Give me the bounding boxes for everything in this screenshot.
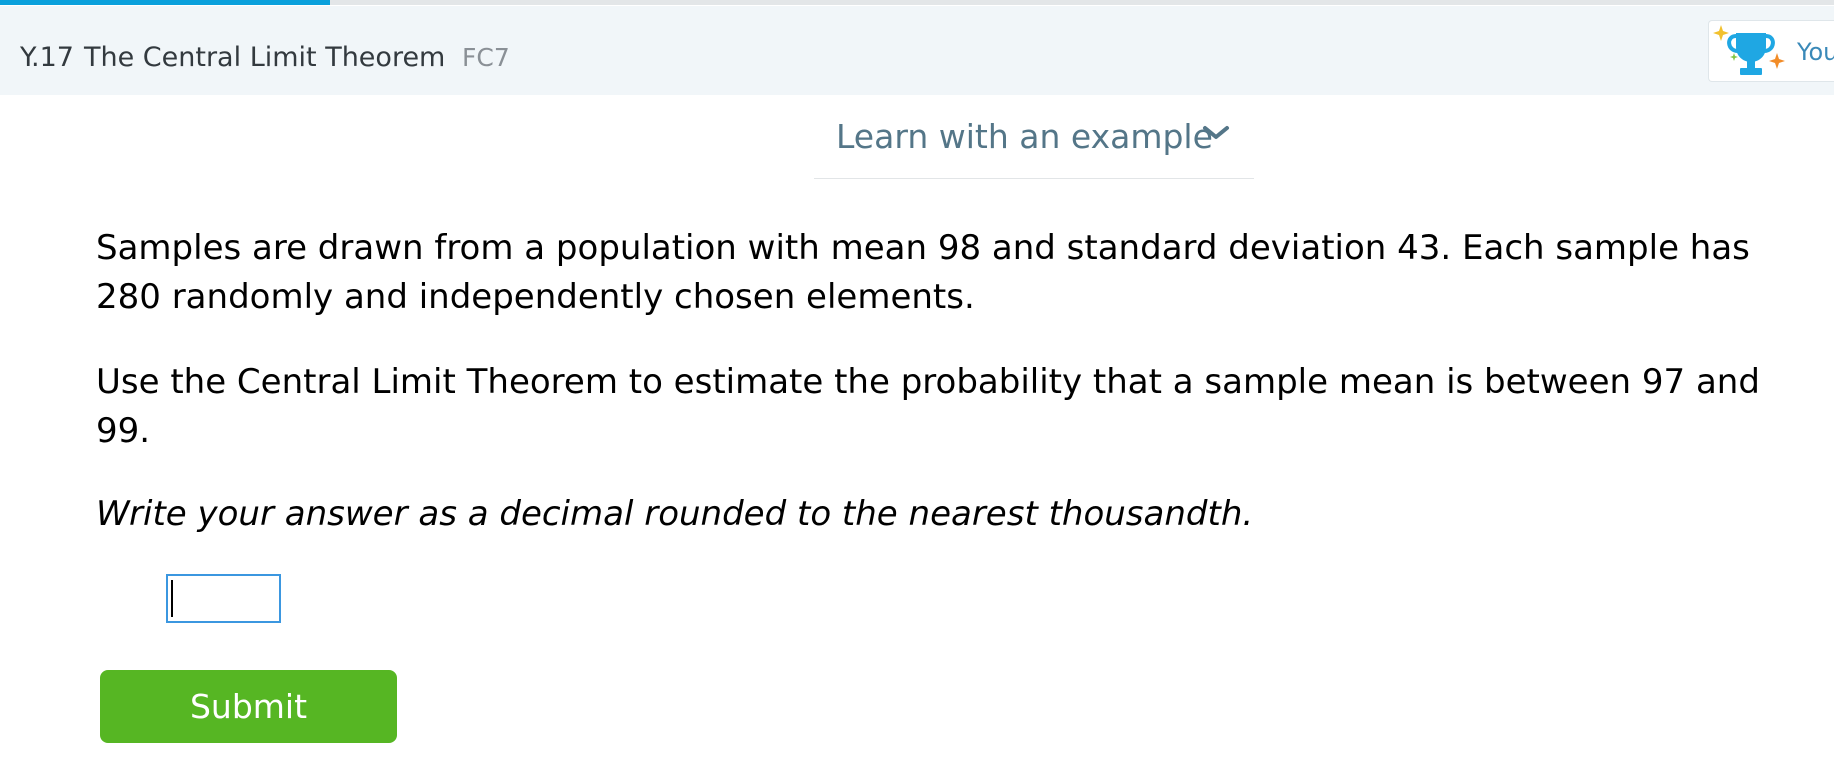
progress-bar-fill bbox=[0, 0, 331, 5]
awards-button[interactable]: You bbox=[1708, 20, 1834, 82]
skill-id: FC7 bbox=[462, 43, 510, 72]
answer-instruction: Write your answer as a decimal rounded t… bbox=[96, 494, 1254, 534]
question-paragraph-2: Use the Central Limit Theorem to estimat… bbox=[96, 362, 1760, 451]
question-paragraph-1: Samples are drawn from a population with… bbox=[96, 228, 1750, 317]
chevron-down-icon bbox=[1203, 126, 1229, 139]
submit-button[interactable]: Submit bbox=[100, 670, 397, 743]
text-cursor bbox=[171, 580, 173, 617]
skill-name: The Central Limit Theorem bbox=[84, 42, 446, 73]
learn-with-example-label: Learn with an example bbox=[836, 117, 1213, 156]
trophy-icon bbox=[1713, 25, 1785, 75]
learn-with-example-toggle[interactable]: Learn with an example bbox=[814, 112, 1254, 179]
progress-bar bbox=[0, 0, 1834, 5]
header: Y.17 The Central Limit Theorem FC7 You bbox=[0, 6, 1834, 95]
award-label: You bbox=[1797, 38, 1834, 66]
skill-code: Y.17 bbox=[20, 42, 74, 73]
answer-input[interactable] bbox=[166, 574, 281, 623]
